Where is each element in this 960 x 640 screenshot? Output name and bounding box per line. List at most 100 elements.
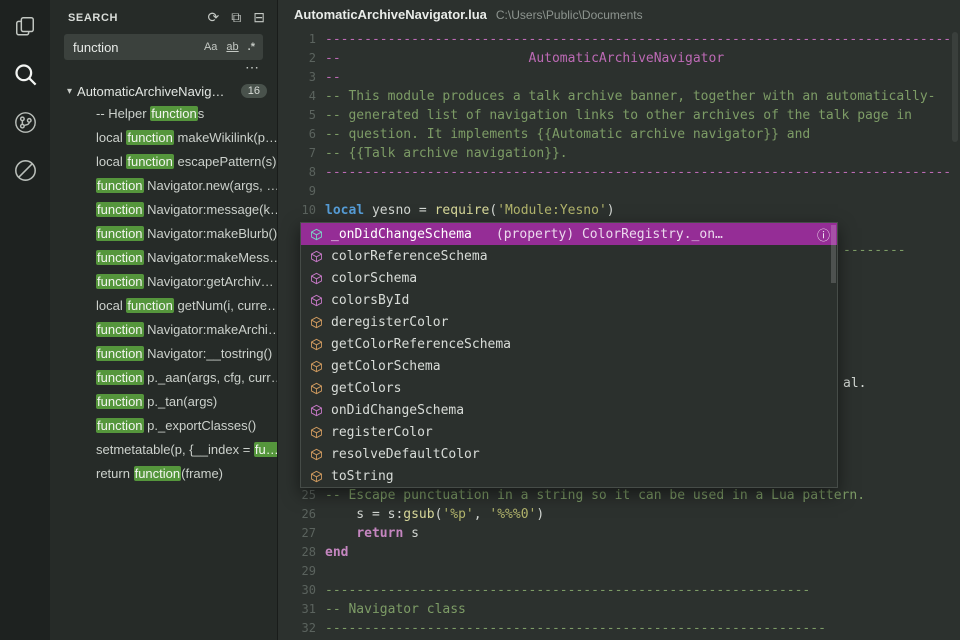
search-panel-header: SEARCH ⟳ ⧉ ⊟ <box>50 0 277 31</box>
search-result-row[interactable]: setmetatable(p, {__index = fu… <box>50 438 277 462</box>
code-line[interactable]: 9 <box>278 182 960 201</box>
suggest-item[interactable]: onDidChangeSchema <box>301 399 837 421</box>
files-icon[interactable] <box>11 12 39 40</box>
search-result-row[interactable]: function p._tan(args) <box>50 390 277 414</box>
search-result-row[interactable]: function Navigator:__tostring() <box>50 342 277 366</box>
search-icon[interactable] <box>11 60 39 88</box>
suggest-item-label: registerColor <box>331 424 433 440</box>
suggest-item[interactable]: colorSchema <box>301 267 837 289</box>
code-line[interactable]: 28 end <box>278 543 960 562</box>
code-line[interactable]: 7 -- {{Talk archive navigation}}. <box>278 144 960 163</box>
code-line[interactable]: 8 ---------------------------------------… <box>278 163 960 182</box>
regex-toggle[interactable]: .* <box>245 40 258 54</box>
refresh-icon[interactable]: ⟳ <box>208 9 220 26</box>
search-result-file-row[interactable]: ▾ AutomaticArchiveNavig… 16 <box>50 80 277 102</box>
method-icon <box>308 446 324 462</box>
result-text: Navigator:message(k… <box>143 202 277 217</box>
line-number: 3 <box>308 70 316 84</box>
code-line[interactable]: 4 -- This module produces a talk archive … <box>278 87 960 106</box>
code-line[interactable]: 32 --------------------------------------… <box>278 619 960 638</box>
code-line[interactable]: 5 -- generated list of navigation links t… <box>278 106 960 125</box>
code-line[interactable]: 25 -- Escape punctuation in a string so i… <box>278 486 960 505</box>
suggest-item[interactable]: colorsById <box>301 289 837 311</box>
source-control-icon[interactable] <box>11 108 39 136</box>
method-icon <box>308 336 324 352</box>
match-highlight: function <box>96 202 144 217</box>
match-highlight: function <box>96 346 144 361</box>
search-query-text[interactable]: function <box>73 40 198 55</box>
match-case-toggle[interactable]: Aa <box>201 40 220 54</box>
chevron-down-icon[interactable]: ▾ <box>67 86 72 97</box>
suggest-item-label: colorsById <box>331 292 410 308</box>
suggest-item-label: getColorReferenceSchema <box>331 336 512 352</box>
search-result-row[interactable]: function Navigator:getArchiv… <box>50 270 277 294</box>
file-name[interactable]: AutomaticArchiveNavigator.lua <box>294 7 487 22</box>
match-highlight: function <box>126 130 174 145</box>
suggest-item-label: resolveDefaultColor <box>331 446 480 462</box>
code-line[interactable]: 27 return s <box>278 524 960 543</box>
code-line[interactable]: 6 -- question. It implements {{Automatic … <box>278 125 960 144</box>
code-line[interactable]: 30 --------------------------------------… <box>278 581 960 600</box>
suggest-item[interactable]: getColors <box>301 377 837 399</box>
line-number: 30 <box>301 583 316 597</box>
search-result-row[interactable]: function p._aan(args, cfg, curr… <box>50 366 277 390</box>
suggest-item[interactable]: resolveDefaultColor <box>301 443 837 465</box>
search-result-row[interactable]: local function makeWikilink(p… <box>50 126 277 150</box>
whole-word-toggle[interactable]: ab <box>223 40 241 54</box>
code-line[interactable]: 10 local yesno = require('Module:Yesno') <box>278 201 960 220</box>
info-icon[interactable]: ⓘ <box>817 225 830 244</box>
result-text: Navigator:makeBlurb() <box>143 226 277 241</box>
search-result-row[interactable]: return function(frame) <box>50 462 277 486</box>
suggest-item[interactable]: toString <box>301 465 837 487</box>
search-result-row[interactable]: function Navigator:makeArchi… <box>50 318 277 342</box>
code-line[interactable]: 1 ---------------------------------------… <box>278 30 960 49</box>
line-number: 6 <box>308 127 316 141</box>
suggest-item[interactable]: getColorReferenceSchema <box>301 333 837 355</box>
suggest-item[interactable]: colorReferenceSchema <box>301 245 837 267</box>
search-result-row[interactable]: local function getNum(i, curre… <box>50 294 277 318</box>
search-result-row[interactable]: function Navigator:makeBlurb() <box>50 222 277 246</box>
collapse-all-icon[interactable]: ⊟ <box>253 9 265 26</box>
suggest-item[interactable]: registerColor <box>301 421 837 443</box>
search-input[interactable]: function Aa ab .* <box>64 34 263 60</box>
search-result-row[interactable]: local function escapePattern(s) <box>50 150 277 174</box>
suggest-item[interactable]: deregisterColor <box>301 311 837 333</box>
search-panel-title: SEARCH <box>68 11 119 24</box>
search-result-row[interactable]: -- Helper functions <box>50 102 277 126</box>
code-token: -- This module produces a talk archive b… <box>325 89 936 104</box>
code-token: return <box>356 526 404 541</box>
match-highlight: function <box>96 250 144 265</box>
code-line[interactable]: 3 -- <box>278 68 960 87</box>
code-line[interactable]: 2 -- AutomaticArchiveNavigator <box>278 49 960 68</box>
code-token: -- Escape punctuation in a string so it … <box>325 488 866 503</box>
code-fragment: al. <box>843 376 867 391</box>
search-result-row[interactable]: function Navigator:message(k… <box>50 198 277 222</box>
result-text: local <box>96 154 127 169</box>
search-result-row[interactable]: function Navigator:makeMess… <box>50 246 277 270</box>
code-line[interactable]: 31 -- Navigator class <box>278 600 960 619</box>
method-icon <box>308 314 324 330</box>
match-highlight: function <box>126 298 174 313</box>
search-result-row[interactable]: function p._exportClasses() <box>50 414 277 438</box>
open-in-editor-icon[interactable]: ⧉ <box>231 9 241 26</box>
line-number: 8 <box>308 165 316 179</box>
code-fragment: -------- <box>843 243 906 258</box>
suggest-item[interactable]: getColorSchema <box>301 355 837 377</box>
app-window: SEARCH ⟳ ⧉ ⊟ function Aa ab .* ⋯ ▾ Autom… <box>0 0 960 640</box>
suggest-item[interactable]: _onDidChangeSchema (property) ColorRegist… <box>301 223 837 245</box>
code-line[interactable]: 29 <box>278 562 960 581</box>
code-token: '%p' <box>442 507 474 522</box>
code-line[interactable]: 26 s = s:gsub('%p', '%%%0') <box>278 505 960 524</box>
editor-scrollbar[interactable] <box>952 32 958 142</box>
suggest-item-label: colorSchema <box>331 270 418 286</box>
toggle-search-details[interactable]: ⋯ <box>50 60 277 75</box>
suggest-scrollbar[interactable] <box>831 225 836 283</box>
code-token: gsub <box>403 507 435 522</box>
result-text: (frame) <box>181 466 224 481</box>
blocked-icon[interactable] <box>11 156 39 184</box>
property-icon <box>308 402 324 418</box>
search-result-row[interactable]: function Navigator.new(args, … <box>50 174 277 198</box>
code-token: -- generated list of navigation links to… <box>325 108 912 123</box>
editor-pane: AutomaticArchiveNavigator.lua C:\Users\P… <box>278 0 960 640</box>
result-text: Navigator.new(args, … <box>143 178 277 193</box>
